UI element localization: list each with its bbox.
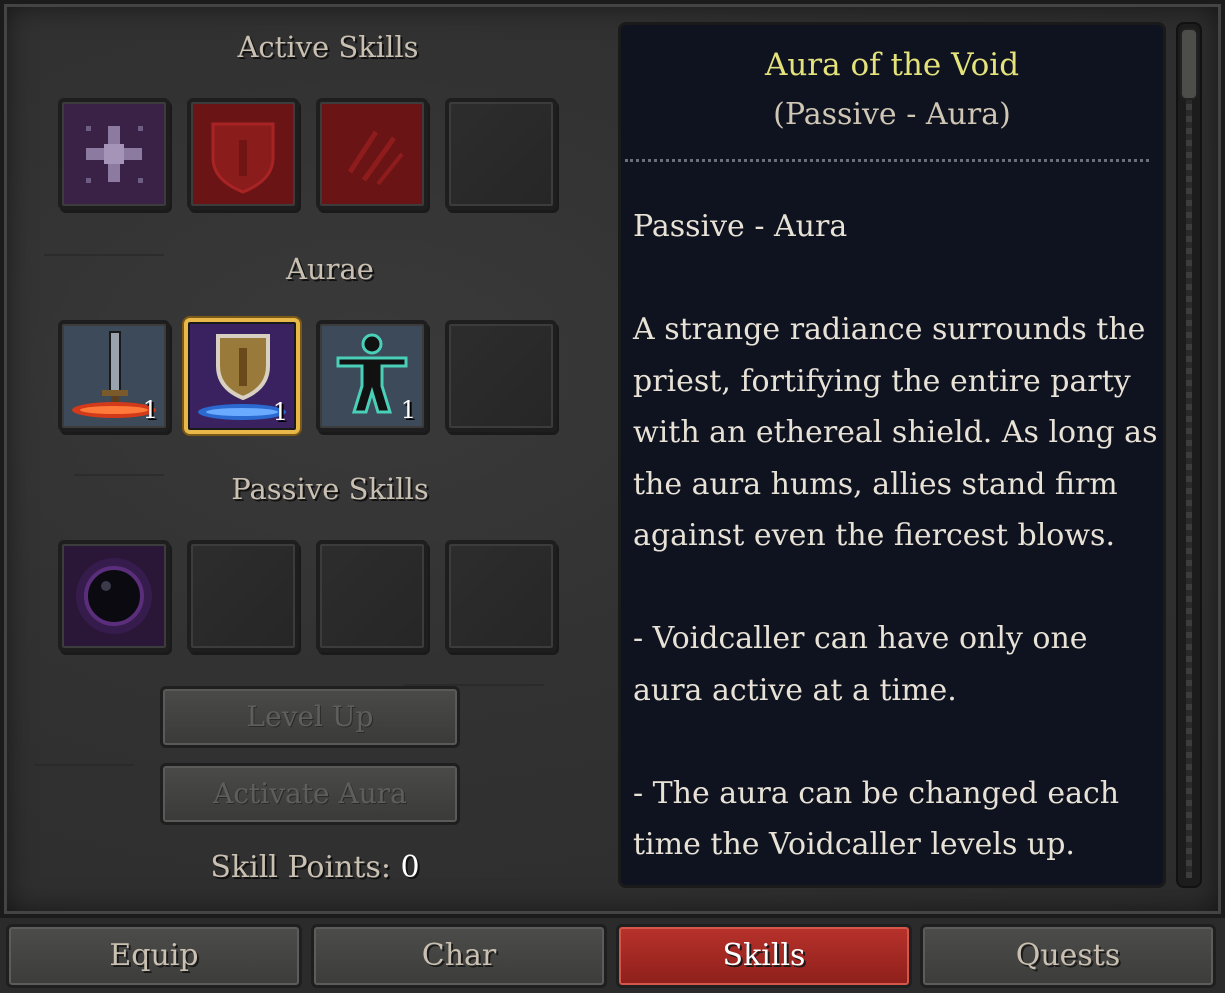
active-skill-slot-2[interactable] [187, 98, 299, 210]
scroll-track [1186, 32, 1192, 878]
active-skill-slot-1[interactable] [58, 98, 170, 210]
skill-detail-panel: Aura of the Void (Passive - Aura) Passiv… [618, 22, 1166, 888]
skill-points-label: Skill Points: [210, 850, 391, 885]
skill-name: Aura of the Void [764, 47, 1020, 83]
skill-type-subtitle: (Passive - Aura) [773, 97, 1011, 132]
tab-quests[interactable]: Quests [920, 924, 1216, 988]
aura-rank-count: 1 [400, 396, 416, 424]
aura-rank-count: 1 [142, 396, 158, 424]
aura-slot-3[interactable]: 1 [316, 320, 428, 432]
active-skills-title: Active Skills [237, 30, 419, 64]
stone-crack [74, 474, 164, 476]
skill-description-text: A strange radiance surrounds the priest,… [633, 312, 1158, 553]
aurae-title: Aurae [286, 252, 374, 286]
stone-crack [34, 764, 134, 766]
tab-char[interactable]: Char [311, 924, 607, 988]
skill-description: Passive - Aura A strange radiance surrou… [633, 201, 1161, 871]
tab-skills[interactable]: Skills [616, 924, 912, 988]
active-skill-slot-4[interactable] [445, 98, 557, 210]
activate-aura-button[interactable]: Activate Aura [160, 763, 460, 825]
skill-note-2: - The aura can be changed each time the … [633, 775, 1120, 863]
passive-skills-title: Passive Skills [231, 472, 429, 506]
tab-bar: Equip Char Skills Quests [0, 918, 1225, 993]
stone-crack [44, 254, 164, 256]
active-skill-slot-3[interactable] [316, 98, 428, 210]
skill-points: Skill Points: 0 [160, 850, 470, 885]
tab-equip[interactable]: Equip [6, 924, 302, 988]
passive-skill-slot-3[interactable] [316, 540, 428, 652]
aura-slot-4[interactable] [445, 320, 557, 432]
aura-rank-count: 1 [272, 398, 288, 426]
passive-skill-slot-4[interactable] [445, 540, 557, 652]
slash-icon [347, 130, 404, 186]
skill-note-1: - Voidcaller can have only one aura acti… [633, 621, 1088, 708]
scroll-thumb[interactable] [1180, 28, 1198, 100]
void-orb-icon [76, 558, 152, 634]
aura-slot-2[interactable]: 1 [184, 318, 300, 434]
shield-icon [211, 122, 275, 194]
passive-skill-slot-1[interactable] [58, 540, 170, 652]
skill-type-line: Passive - Aura [633, 209, 848, 244]
sparkle-icon [86, 126, 143, 183]
divider [625, 159, 1149, 162]
skill-points-value: 0 [400, 850, 420, 885]
level-up-button[interactable]: Level Up [160, 686, 460, 748]
aura-slot-1[interactable]: 1 [58, 320, 170, 432]
passive-skill-slot-2[interactable] [187, 540, 299, 652]
detail-scrollbar[interactable] [1176, 22, 1202, 888]
